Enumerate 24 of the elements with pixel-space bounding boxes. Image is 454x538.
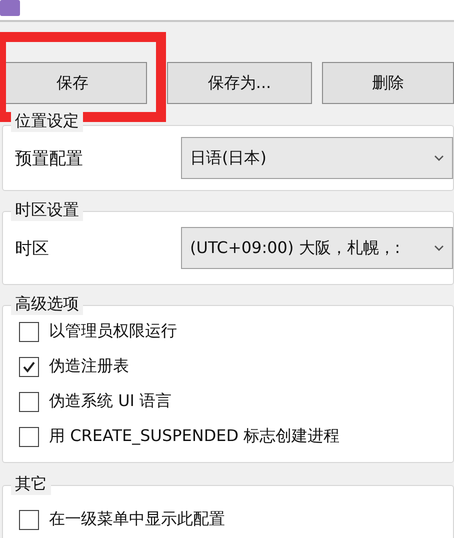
checkbox-label[interactable]: 在一级菜单中显示此配置 [49, 509, 225, 530]
group-title: 高级选项 [11, 293, 83, 315]
checkbox[interactable] [19, 392, 39, 412]
checkbox-label[interactable]: 用 CREATE_SUSPENDED 标志创建进程 [49, 426, 340, 447]
checkbox[interactable] [19, 510, 39, 530]
dropdown[interactable]: 日语(日本) [181, 137, 453, 179]
group-title: 位置设定 [11, 110, 83, 132]
group-title: 时区设置 [11, 199, 83, 221]
checkmark-icon [22, 360, 36, 374]
checkbox-label[interactable]: 伪造注册表 [49, 356, 129, 377]
caret-icon [434, 155, 444, 161]
checkbox-label[interactable]: 以管理员权限运行 [49, 321, 177, 342]
dropdown[interactable]: (UTC+09:00) 大阪，札幌，: [181, 227, 453, 269]
group-title: 其它 [11, 473, 51, 495]
field-label: 时区 [15, 238, 50, 260]
field-label: 预置配置 [15, 148, 84, 170]
action-button[interactable]: 删除 [322, 62, 454, 104]
checkbox[interactable] [19, 426, 39, 446]
checkbox-label[interactable]: 伪造系统 UI 语言 [49, 391, 172, 412]
caret-icon [434, 245, 444, 251]
checkbox[interactable] [19, 356, 39, 376]
checkbox[interactable] [19, 322, 39, 342]
action-button[interactable]: 保存为... [167, 62, 312, 104]
app-icon [0, 0, 20, 16]
